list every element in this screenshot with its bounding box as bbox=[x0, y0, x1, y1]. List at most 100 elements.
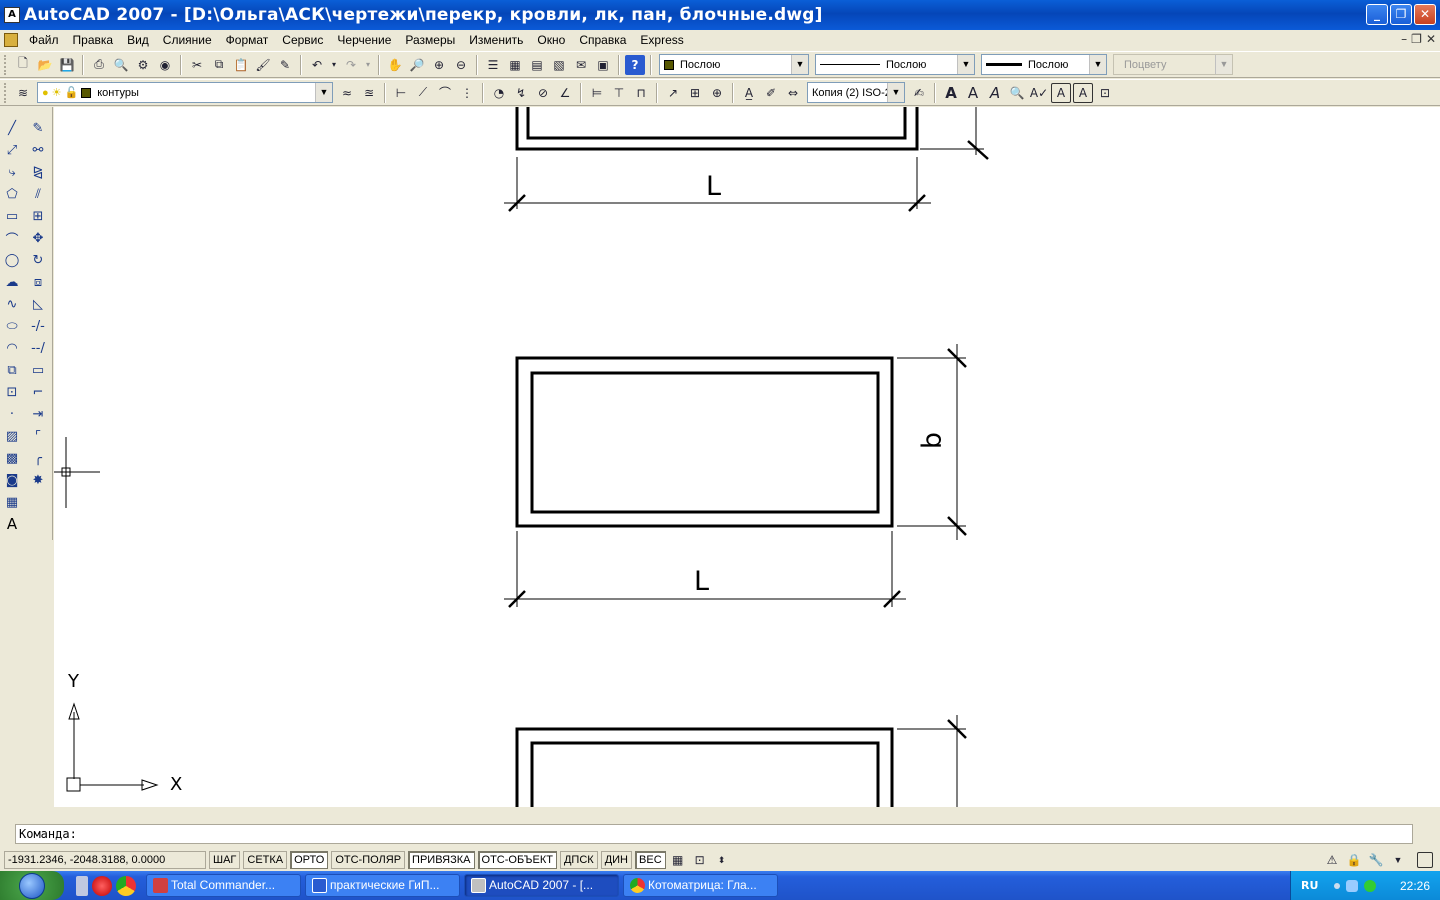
table-icon[interactable]: ▦ bbox=[2, 492, 22, 512]
text-style-icon[interactable]: A bbox=[1051, 82, 1071, 103]
dimension-edit-icon[interactable]: A̲ bbox=[739, 83, 759, 103]
snap-toggle[interactable]: ШАГ bbox=[209, 851, 241, 869]
task-total-commander[interactable]: Total Commander... bbox=[146, 874, 301, 897]
dimension-text-edit-icon[interactable]: ✐ bbox=[761, 83, 781, 103]
trim-icon[interactable]: -/- bbox=[28, 316, 48, 336]
dyn-toggle[interactable]: ДИН bbox=[600, 851, 633, 869]
cut-icon[interactable]: ✂ bbox=[187, 55, 207, 75]
paste-icon[interactable]: 📋 bbox=[231, 55, 251, 75]
scale-text-icon[interactable]: A bbox=[1073, 82, 1093, 103]
design-center-icon[interactable]: ▦ bbox=[505, 55, 525, 75]
make-block-icon[interactable]: ⊡ bbox=[2, 382, 22, 402]
linear-dimension-icon[interactable]: ⊢ bbox=[391, 83, 411, 103]
center-mark-icon[interactable]: ⊕ bbox=[707, 83, 727, 103]
make-layer-current-icon[interactable]: ≈ bbox=[337, 83, 357, 103]
new-icon[interactable]: 🗋 bbox=[13, 55, 33, 75]
menu-dimension[interactable]: Размеры bbox=[398, 31, 462, 49]
justify-text-icon[interactable]: ⊡ bbox=[1095, 83, 1115, 103]
single-line-text-icon[interactable]: A bbox=[963, 83, 983, 103]
circle-icon[interactable]: ◯ bbox=[2, 250, 22, 270]
hatch-icon[interactable]: ▨ bbox=[2, 426, 22, 446]
construction-line-icon[interactable]: ⤢ bbox=[2, 140, 22, 160]
point-icon[interactable]: · bbox=[2, 404, 22, 424]
rotate-icon[interactable]: ↻ bbox=[28, 250, 48, 270]
chevron-down-icon[interactable]: ▼ bbox=[887, 83, 904, 102]
multiline-text-icon[interactable]: A bbox=[2, 514, 22, 534]
stretch-icon[interactable]: ◺ bbox=[28, 294, 48, 314]
fillet-icon[interactable]: ╭ bbox=[28, 448, 48, 468]
linetype-combo[interactable]: Послою ▼ bbox=[815, 54, 975, 75]
menu-view[interactable]: Вид bbox=[120, 31, 156, 49]
antivirus-icon[interactable] bbox=[1364, 879, 1377, 892]
toolbar-lock-icon[interactable]: 🔒 bbox=[1344, 850, 1364, 870]
maximize-button[interactable]: ❐ bbox=[1390, 4, 1412, 25]
menu-tools[interactable]: Сервис bbox=[275, 31, 330, 49]
document-menu-icon[interactable] bbox=[4, 33, 18, 47]
menu-window[interactable]: Окно bbox=[530, 31, 572, 49]
copy-icon[interactable]: ⧉ bbox=[209, 55, 229, 75]
network-icon[interactable] bbox=[1346, 879, 1359, 892]
publish-icon[interactable]: ⚙ bbox=[133, 55, 153, 75]
angular-dimension-icon[interactable]: ∠ bbox=[555, 83, 575, 103]
menu-help[interactable]: Справка bbox=[572, 31, 633, 49]
dimension-style-icon[interactable]: ✍ bbox=[909, 83, 929, 103]
task-word-document[interactable]: практические ГиП... bbox=[305, 874, 460, 897]
menu-merge[interactable]: Слияние bbox=[156, 31, 219, 49]
plot-preview-icon[interactable]: 🔍 bbox=[111, 55, 131, 75]
continue-dimension-icon[interactable]: ⊓ bbox=[631, 83, 651, 103]
drawing-canvas[interactable]: L L b Y X bbox=[54, 107, 1440, 807]
dimstyle-combo[interactable]: Копия (2) ISO-2 ▼ bbox=[807, 82, 905, 103]
multiline-text-icon[interactable]: A bbox=[941, 83, 961, 103]
ordinate-dimension-icon[interactable]: ⋮ bbox=[457, 83, 477, 103]
doc-close-icon[interactable]: ✕ bbox=[1426, 32, 1436, 46]
polyline-icon[interactable]: ⤷ bbox=[2, 162, 22, 182]
array-icon[interactable]: ⊞ bbox=[28, 206, 48, 226]
ellipse-icon[interactable]: ⬭ bbox=[2, 316, 22, 336]
grid-toggle[interactable]: СЕТКА bbox=[243, 851, 288, 869]
doc-restore-icon[interactable]: ❐ bbox=[1411, 32, 1422, 46]
join-icon[interactable]: ⇥ bbox=[28, 404, 48, 424]
xref-notification-icon[interactable]: 🔧 bbox=[1366, 850, 1386, 870]
properties-icon[interactable]: ☰ bbox=[483, 55, 503, 75]
menu-draw[interactable]: Черчение bbox=[330, 31, 398, 49]
zoom-realtime-icon[interactable]: 🔎 bbox=[407, 55, 427, 75]
quicklaunch-opera-icon[interactable] bbox=[92, 875, 112, 896]
move-icon[interactable]: ✥ bbox=[28, 228, 48, 248]
rectangle-icon[interactable]: ▭ bbox=[2, 206, 22, 226]
zoom-window-icon[interactable]: ⊕ bbox=[429, 55, 449, 75]
calculator-icon[interactable]: ▣ bbox=[593, 55, 613, 75]
ducs-toggle[interactable]: ДПСК bbox=[559, 851, 598, 869]
spline-icon[interactable]: ∿ bbox=[2, 294, 22, 314]
minimize-button[interactable]: _ bbox=[1366, 4, 1388, 25]
maximize-viewport-icon[interactable]: ⊡ bbox=[690, 850, 710, 870]
arc-length-icon[interactable]: ⌒ bbox=[435, 83, 455, 103]
sheet-set-icon[interactable]: ▧ bbox=[549, 55, 569, 75]
arc-icon[interactable]: ⌒ bbox=[2, 228, 22, 248]
edit-text-icon[interactable]: A bbox=[985, 83, 1005, 103]
status-menu-icon[interactable]: ⬍ bbox=[712, 850, 732, 870]
clean-screen-icon[interactable] bbox=[1417, 852, 1433, 868]
quick-leader-icon[interactable]: ↗ bbox=[663, 83, 683, 103]
command-input[interactable]: Команда: bbox=[15, 824, 1413, 844]
chamfer-icon[interactable]: ⌜ bbox=[28, 426, 48, 446]
quicklaunch-explorer-icon[interactable] bbox=[76, 875, 88, 896]
explode-icon[interactable]: ✸ bbox=[28, 470, 48, 490]
spell-check-icon[interactable]: A✓ bbox=[1029, 83, 1049, 103]
chevron-down-icon[interactable]: ▼ bbox=[1089, 55, 1106, 74]
task-browser-kotomatrix[interactable]: Котоматрица: Гла... bbox=[623, 874, 778, 897]
language-indicator[interactable]: RU bbox=[1301, 879, 1318, 892]
menu-modify[interactable]: Изменить bbox=[462, 31, 530, 49]
layer-combo[interactable]: ● ☀ 🔓 контуры ▼ bbox=[37, 82, 333, 103]
doc-minimize-icon[interactable]: – bbox=[1401, 32, 1407, 46]
scale-icon[interactable]: ⧈ bbox=[28, 272, 48, 292]
layer-manager-icon[interactable]: ≋ bbox=[13, 83, 33, 103]
undo-dropdown-icon[interactable]: ▾ bbox=[329, 55, 339, 75]
jogged-dimension-icon[interactable]: ↯ bbox=[511, 83, 531, 103]
close-button[interactable]: ✕ bbox=[1414, 4, 1436, 25]
line-icon[interactable]: ╱ bbox=[2, 118, 22, 138]
erase-icon[interactable]: ✎ bbox=[28, 118, 48, 138]
redo-dropdown-icon[interactable]: ▾ bbox=[363, 55, 373, 75]
baseline-dimension-icon[interactable]: ⊤ bbox=[609, 83, 629, 103]
model-space-icon[interactable]: ▦ bbox=[668, 850, 688, 870]
offset-icon[interactable]: ⫽ bbox=[28, 184, 48, 204]
